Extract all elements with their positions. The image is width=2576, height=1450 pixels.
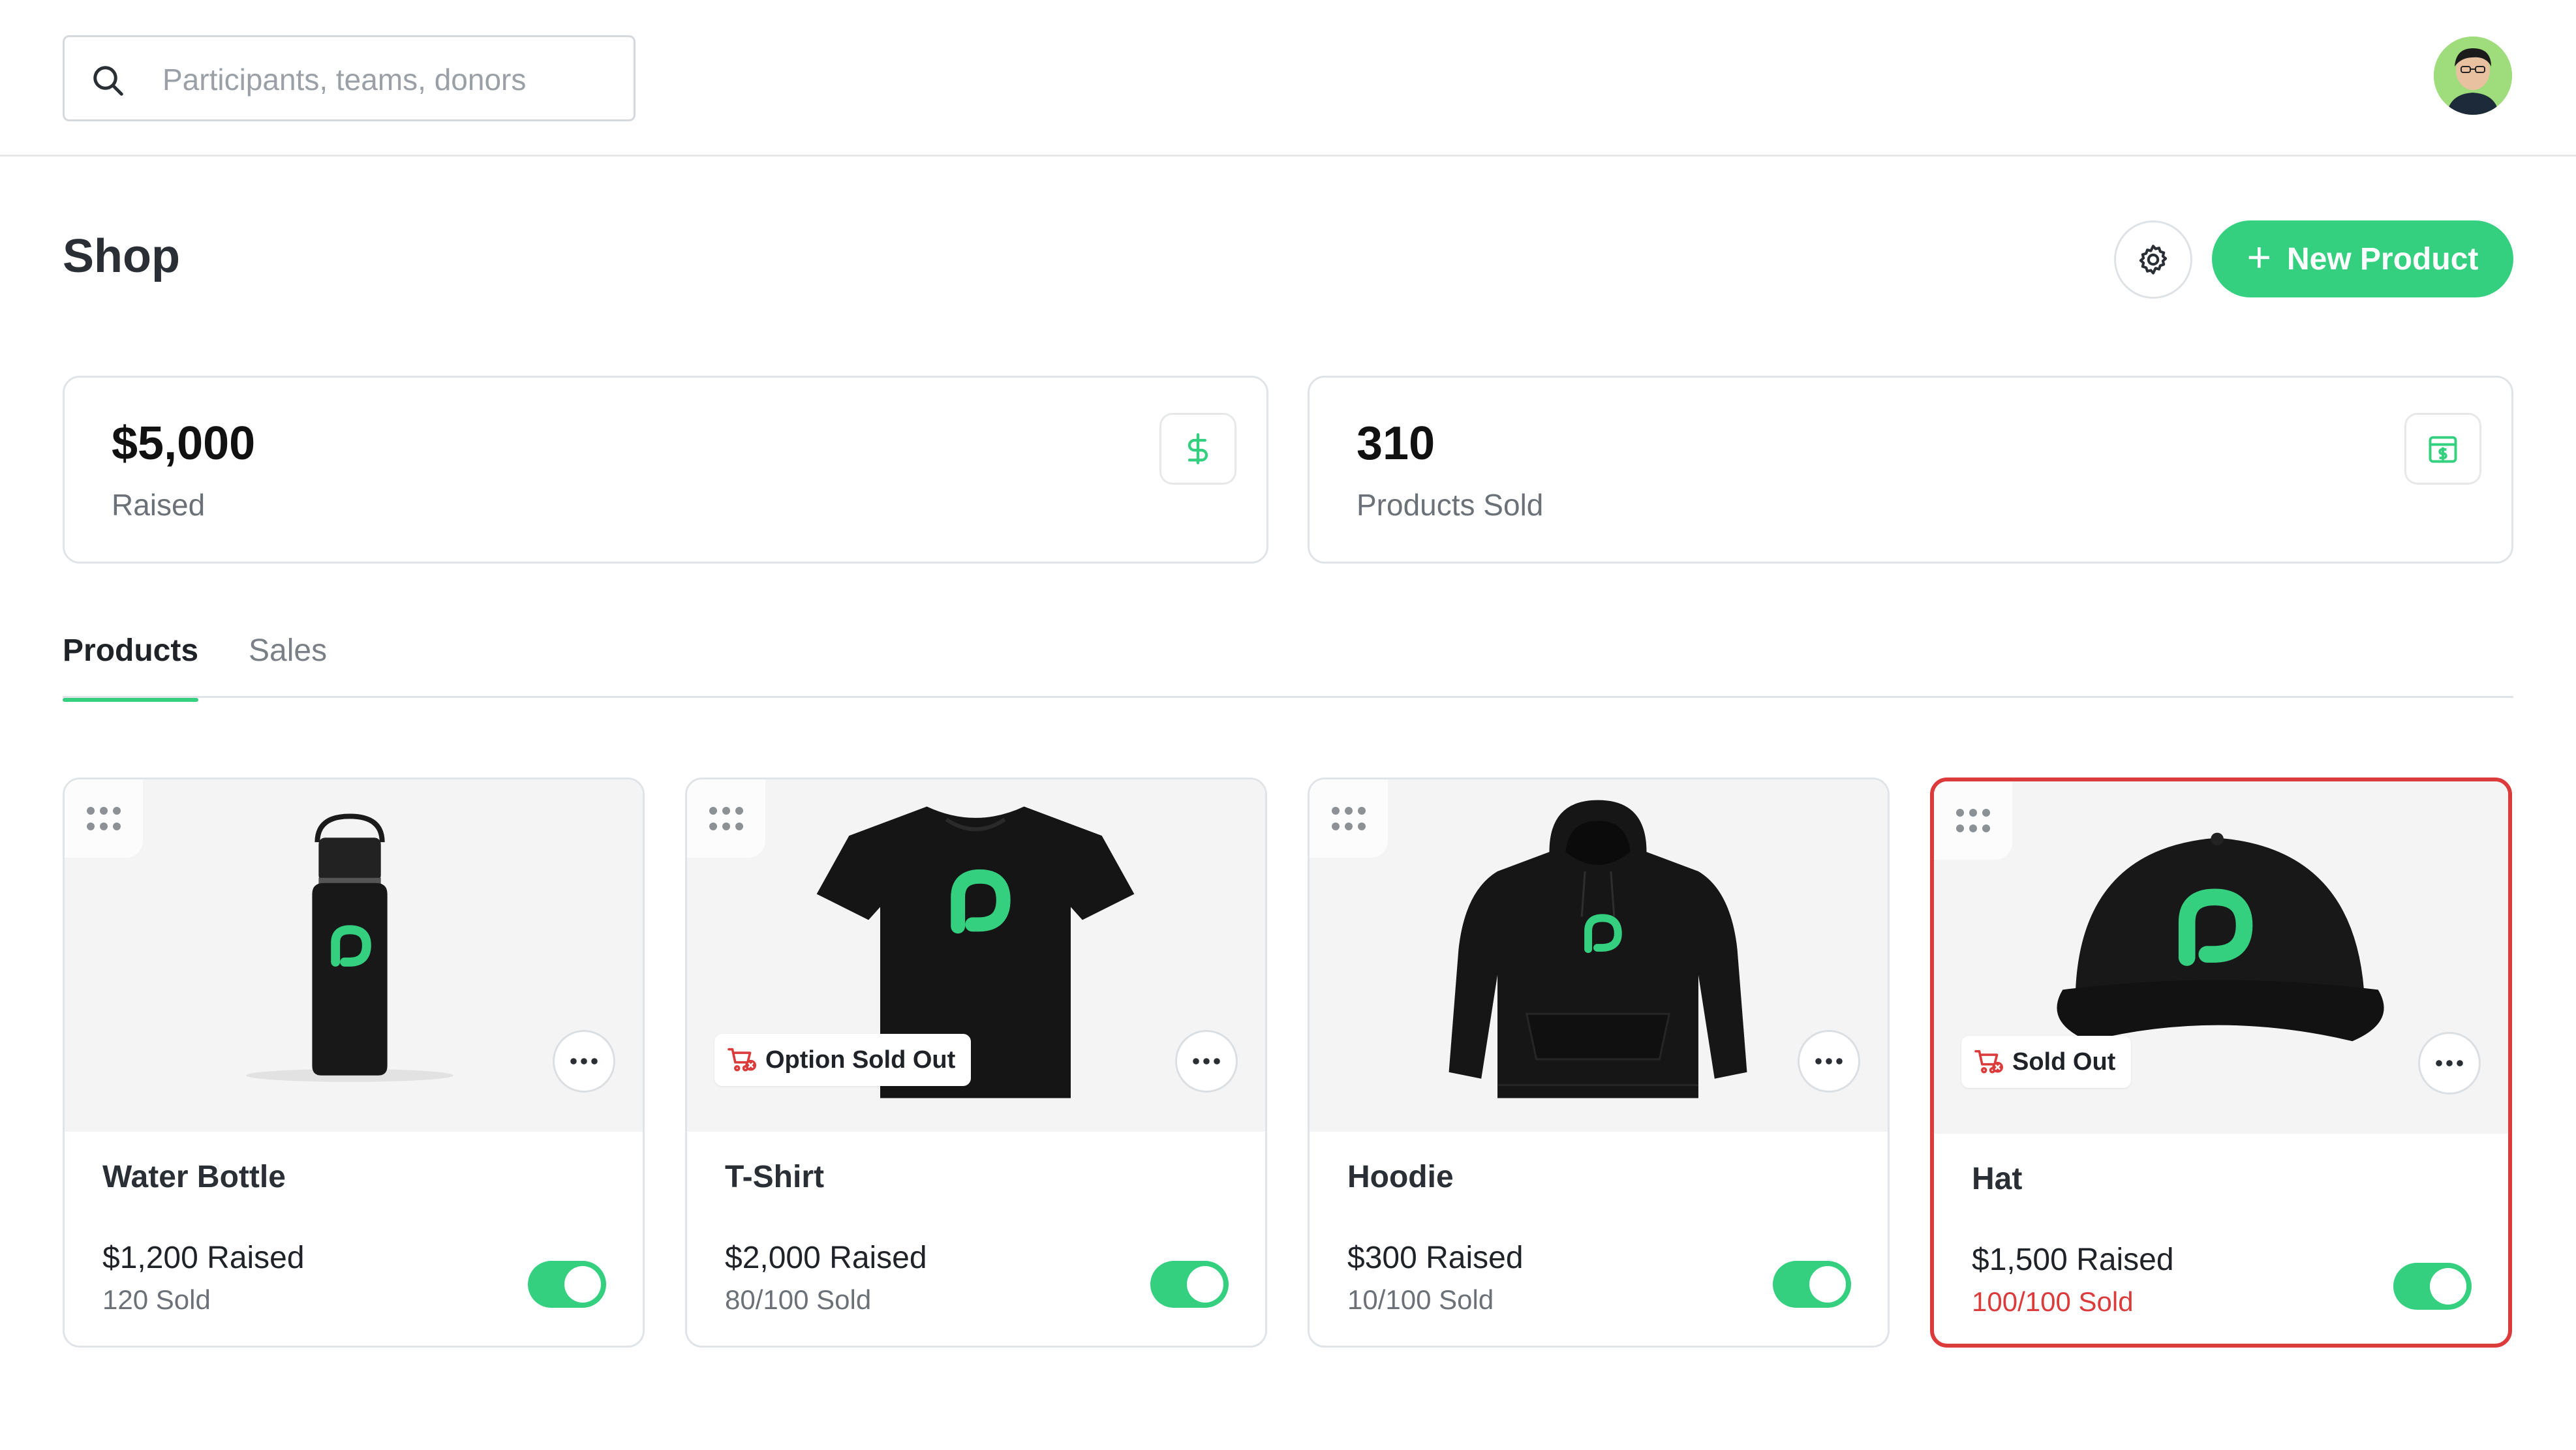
tab-sales[interactable]: Sales — [249, 633, 327, 669]
drag-handle[interactable] — [65, 779, 143, 858]
search-box[interactable] — [63, 35, 636, 121]
plus-icon: + — [2246, 234, 2271, 280]
product-name: Water Bottle — [102, 1160, 286, 1194]
stat-label: Raised — [112, 488, 206, 522]
stat-icon-box — [2404, 413, 2481, 485]
sold-out-badge: Sold Out — [1961, 1036, 2132, 1088]
hoodie-image — [1449, 800, 1747, 1098]
more-options-button[interactable] — [553, 1030, 615, 1093]
drag-handle[interactable] — [687, 779, 765, 858]
option-sold-out-badge: Option Sold Out — [714, 1034, 972, 1086]
drag-handle-icon — [1956, 809, 1990, 832]
product-raised: $300 Raised — [1347, 1241, 1524, 1275]
stat-label: Products Sold — [1357, 488, 1544, 522]
stat-card-products-sold: 310 Products Sold — [1308, 376, 2513, 564]
settings-button[interactable] — [2114, 220, 2192, 299]
water-bottle-image — [246, 813, 453, 1082]
gear-icon — [2139, 245, 2168, 275]
more-icon — [1193, 1058, 1220, 1065]
more-icon — [570, 1058, 598, 1065]
avatar[interactable] — [2434, 37, 2512, 115]
drag-handle[interactable] — [1310, 779, 1388, 858]
more-icon — [2436, 1060, 2463, 1066]
product-name: Hat — [1972, 1162, 2023, 1196]
product-name: T-Shirt — [725, 1160, 824, 1194]
cart-x-icon — [728, 1048, 756, 1072]
product-raised: $2,000 Raised — [725, 1241, 927, 1275]
package-dollar-icon — [2429, 436, 2457, 463]
product-raised: $1,200 Raised — [102, 1241, 305, 1275]
stat-card-raised: $5,000 Raised — [63, 376, 1268, 564]
more-options-button[interactable] — [1175, 1030, 1238, 1093]
product-sold: 10/100 Sold — [1347, 1284, 1494, 1315]
product-enabled-toggle[interactable] — [1773, 1261, 1851, 1308]
product-raised: $1,500 Raised — [1972, 1243, 2174, 1277]
cart-x-icon — [1974, 1050, 2003, 1074]
new-product-label: New Product — [2287, 241, 2479, 277]
product-enabled-toggle[interactable] — [2393, 1263, 2472, 1310]
page-title: Shop — [63, 230, 180, 282]
tab-products[interactable]: Products — [63, 633, 199, 702]
product-sold: 80/100 Sold — [725, 1284, 872, 1315]
badge-label: Option Sold Out — [765, 1046, 956, 1074]
search-icon — [93, 66, 123, 96]
product-card-hoodie[interactable]: Hoodie $300 Raised 10/100 Sold — [1308, 778, 1890, 1348]
drag-handle[interactable] — [1934, 781, 2012, 860]
badge-label: Sold Out — [2012, 1048, 2116, 1076]
dollar-icon — [1188, 433, 1208, 464]
product-card-water-bottle[interactable]: Water Bottle $1,200 Raised 120 Sold — [63, 778, 645, 1348]
product-sold: 120 Sold — [102, 1284, 211, 1315]
product-card-t-shirt[interactable]: Option Sold Out T-Shirt $2,000 Raised 80… — [685, 778, 1267, 1348]
search-input[interactable] — [162, 50, 619, 109]
product-image — [65, 779, 643, 1132]
product-enabled-toggle[interactable] — [528, 1261, 606, 1308]
product-sold: 100/100 Sold — [1972, 1286, 2134, 1317]
product-enabled-toggle[interactable] — [1150, 1261, 1229, 1308]
product-card-hat[interactable]: Sold Out Hat $1,500 Raised 100/100 Sold — [1930, 778, 2512, 1348]
more-options-button[interactable] — [2418, 1032, 2481, 1095]
stat-icon-box — [1159, 413, 1236, 485]
drag-handle-icon — [1332, 807, 1366, 830]
new-product-button[interactable]: + New Product — [2212, 220, 2513, 297]
drag-handle-icon — [709, 807, 743, 830]
product-name: Hoodie — [1347, 1160, 1454, 1194]
more-options-button[interactable] — [1798, 1030, 1860, 1093]
drag-handle-icon — [87, 807, 121, 830]
top-bar — [0, 0, 2576, 157]
tab-bar: Products Sales — [63, 626, 2513, 702]
product-image — [1310, 779, 1888, 1132]
stat-value: $5,000 — [112, 417, 256, 470]
more-icon — [1815, 1058, 1843, 1065]
stat-value: 310 — [1357, 417, 1435, 470]
